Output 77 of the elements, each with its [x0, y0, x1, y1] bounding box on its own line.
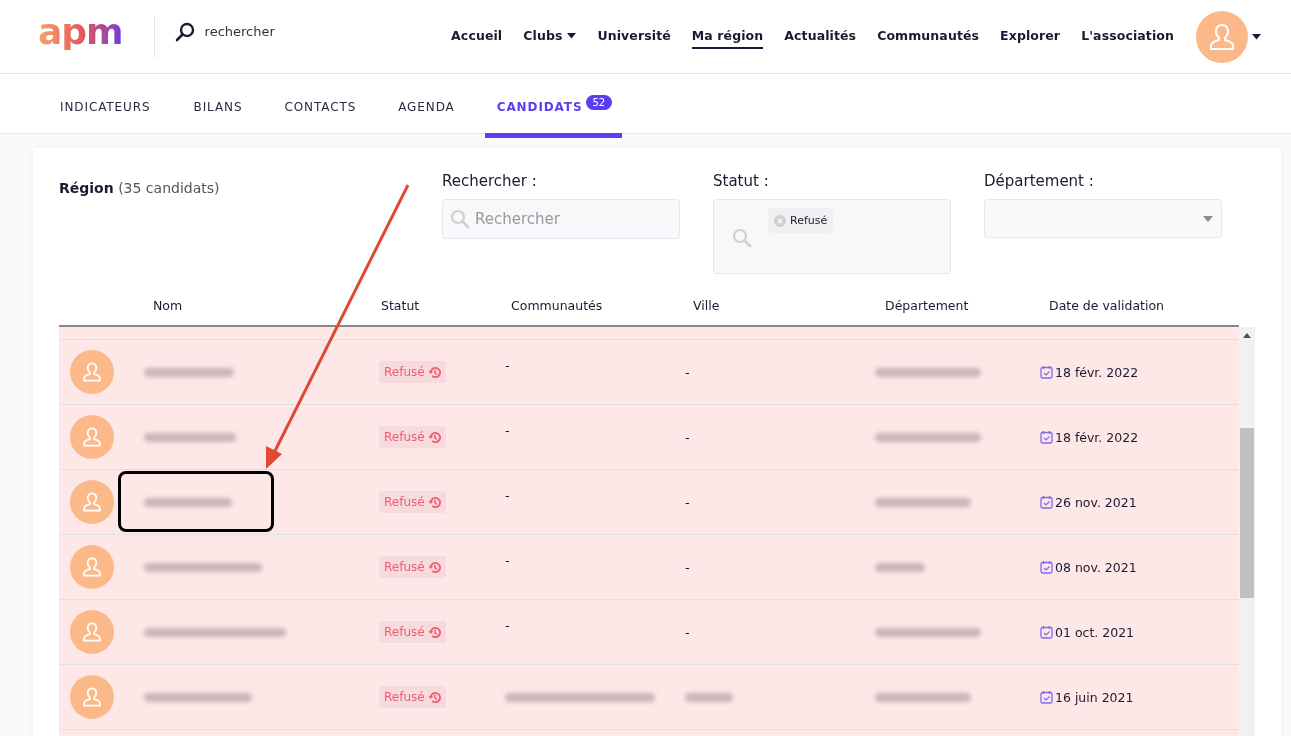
nav-link[interactable]: Actualités — [784, 24, 857, 49]
nav-link[interactable]: L'association — [1081, 24, 1174, 49]
filter-label: Statut : — [713, 172, 770, 190]
remove-icon[interactable] — [774, 214, 786, 227]
table-cell-text: - — [684, 364, 690, 380]
table-cell: 26 nov. 2021 — [1055, 494, 1137, 510]
table-cell-text: - — [504, 422, 510, 438]
scrollbar-thumb[interactable] — [1240, 428, 1254, 598]
nav-link[interactable]: Clubs — [523, 24, 577, 49]
caret-icon — [1203, 215, 1213, 222]
caret-icon[interactable] — [1252, 33, 1261, 40]
status-badge: Refusé — [379, 621, 446, 643]
table-cell-text: - — [684, 559, 690, 575]
avatar-icon — [70, 675, 114, 719]
status-select[interactable]: Refusé — [713, 199, 951, 274]
column-header: Date de validation — [1048, 298, 1165, 315]
search-field[interactable]: Rechercher — [442, 199, 680, 239]
scroll-up-icon[interactable] — [1243, 333, 1251, 338]
table-cell-text: - — [504, 617, 510, 633]
history-icon — [427, 365, 441, 379]
avatar-icon — [70, 415, 114, 459]
calendar-icon — [1040, 365, 1053, 379]
nav-link[interactable]: Ma région — [691, 24, 764, 49]
column-header: Ville — [692, 298, 721, 315]
filter-label: Département : — [984, 172, 1095, 190]
calendar-icon — [1040, 625, 1053, 639]
history-icon — [427, 560, 441, 574]
table-cell-text: - — [684, 429, 690, 445]
count-badge: 52 — [585, 95, 613, 110]
blurred-department — [875, 562, 925, 572]
table-cell: 16 juin 2021 — [1055, 689, 1134, 705]
history-icon — [427, 625, 441, 639]
status-badge: Refusé — [379, 491, 446, 513]
column-header: Communautés — [510, 298, 604, 315]
history-icon — [427, 430, 441, 444]
table-cell: 01 oct. 2021 — [1055, 624, 1135, 640]
search-icon — [732, 228, 752, 248]
calendar-icon — [1040, 495, 1053, 509]
avatar-icon — [70, 480, 114, 524]
column-header: Département — [884, 298, 970, 315]
nav-link[interactable]: Accueil — [451, 24, 503, 49]
search-field[interactable]: rechercher — [204, 24, 275, 39]
calendar-icon — [1040, 430, 1053, 444]
column-header: Statut — [380, 298, 421, 315]
nav-link[interactable]: Université — [597, 24, 671, 49]
table-cell: 18 févr. 2022 — [1055, 364, 1139, 380]
avatar-icon — [70, 545, 114, 589]
status-badge: Refusé — [379, 556, 446, 578]
table-cell-text: - — [504, 552, 510, 568]
status-badge: Refusé — [379, 426, 446, 448]
history-icon — [427, 690, 441, 704]
status-badge: Refusé — [379, 686, 446, 708]
tab[interactable]: BILANS — [193, 74, 243, 138]
filter-label: Rechercher : — [442, 172, 538, 190]
table-cell-text: - — [684, 624, 690, 640]
table-cell-text: - — [684, 494, 690, 510]
nav-link[interactable]: Communautés — [877, 24, 980, 49]
history-icon — [427, 495, 441, 509]
filter-tag[interactable]: Refusé — [768, 208, 834, 233]
search-icon[interactable] — [174, 21, 195, 42]
blurred-text — [685, 692, 733, 702]
tab[interactable]: AGENDA — [398, 74, 455, 138]
calendar-icon — [1040, 560, 1053, 574]
region-heading: Région (35 candidats) — [59, 179, 221, 198]
tab[interactable]: INDICATEURS — [60, 74, 151, 138]
department-select[interactable] — [984, 199, 1222, 238]
calendar-icon — [1040, 690, 1053, 704]
table-cell-text: - — [504, 487, 510, 503]
avatar-icon — [70, 610, 114, 654]
nav-link[interactable]: Explorer — [1000, 24, 1061, 49]
avatar-icon — [70, 350, 114, 394]
column-header: Nom — [152, 298, 184, 315]
table-cell: 08 nov. 2021 — [1055, 559, 1137, 575]
table-cell-text: - — [504, 357, 510, 373]
tab[interactable]: CONTACTS — [284, 74, 357, 138]
table-cell: 18 févr. 2022 — [1055, 429, 1139, 445]
status-badge: Refusé — [379, 361, 446, 383]
